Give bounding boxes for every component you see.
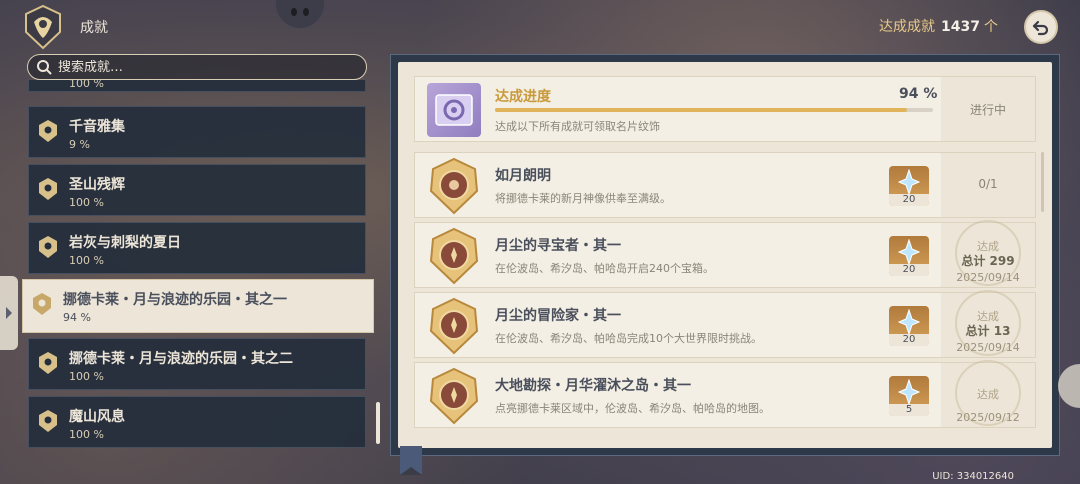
side-collapse-tab[interactable] — [0, 276, 18, 350]
achievement-count: 0/1 — [978, 177, 998, 191]
progress-subtitle: 达成以下所有成就可领取名片纹饰 — [495, 120, 660, 133]
medal-icon — [39, 410, 57, 432]
reward-item[interactable]: 20 — [889, 166, 929, 206]
back-button[interactable] — [1024, 10, 1058, 44]
medal-icon — [39, 352, 57, 374]
progress-bar-fill — [495, 108, 907, 112]
category-name: 魔山风息 — [69, 409, 125, 425]
namecard-reward-icon[interactable] — [427, 83, 481, 137]
progress-percent: 94 % — [899, 86, 938, 102]
bookmark-ribbon — [400, 446, 422, 475]
achievement-desc: 在伦波岛、希汐岛、帕哈岛开启240个宝箱。 — [495, 262, 714, 275]
reward-quantity: 20 — [889, 264, 929, 276]
category-scrollbar[interactable] — [376, 402, 380, 444]
category-item[interactable]: 岩灰与刺梨的夏日 100 % — [28, 222, 366, 274]
category-name: 挪德卡莱・月与浪迹的乐园・其之二 — [69, 351, 293, 367]
search-input[interactable] — [58, 59, 348, 75]
achievement-row[interactable]: 月尘的冒险家・其一 在伦波岛、希汐岛、帕哈岛完成10个大世界限时挑战。 20 达… — [414, 290, 1036, 358]
stamp-label: 达成 — [977, 388, 999, 401]
achievement-desc: 将挪德卡莱的新月神像供奉至满级。 — [495, 192, 671, 205]
completed-stamp: 达成 总计 299 2025/09/14 — [947, 220, 1029, 286]
category-item[interactable]: 圣山残辉 100 % — [28, 164, 366, 216]
category-percent: 94 % — [63, 311, 91, 324]
achievement-status: 达成 2025/09/12 — [941, 360, 1035, 427]
category-percent: 100 % — [69, 80, 104, 90]
reward-item[interactable]: 5 — [889, 376, 929, 416]
category-item[interactable]: 千音雅集 9 % — [28, 106, 366, 158]
reward-quantity: 20 — [889, 334, 929, 346]
category-item[interactable]: 魔山风息 100 % — [28, 396, 366, 448]
total-label: 达成成就 — [879, 19, 936, 35]
medal-icon — [39, 120, 57, 142]
progress-status: 进行中 — [941, 77, 1035, 141]
reward-quantity: 20 — [889, 194, 929, 206]
primogem-icon — [898, 169, 920, 195]
category-name: 千音雅集 — [69, 119, 125, 135]
category-name: 圣山残辉 — [69, 177, 125, 193]
total-count: 1437 — [941, 19, 980, 35]
achievement-list[interactable]: 如月朗明 将挪德卡莱的新月神像供奉至满级。 20 0/1 月尘的寻宝者・其一 在… — [414, 150, 1036, 432]
achievement-status: 达成 总计 299 2025/09/14 — [941, 220, 1035, 287]
reward-item[interactable]: 20 — [889, 236, 929, 276]
uid-label: UID: 334012640 — [932, 471, 1014, 482]
category-name: 挪德卡莱・月与浪迹的乐园・其之一 — [63, 292, 287, 308]
namecard-icon — [435, 94, 473, 126]
achievement-row[interactable]: 月尘的寻宝者・其一 在伦波岛、希汐岛、帕哈岛开启240个宝箱。 20 达成 总计… — [414, 220, 1036, 288]
category-percent: 100 % — [69, 254, 104, 267]
primogem-icon — [898, 239, 920, 265]
back-arrow-icon — [1032, 20, 1049, 36]
achievement-scrollbar[interactable] — [1041, 152, 1044, 212]
category-name: 岩灰与刺梨的夏日 — [69, 235, 181, 251]
category-item[interactable]: 挪德卡莱・月与浪迹的乐园・其之二 100 % — [28, 338, 366, 390]
search-bar[interactable] — [27, 54, 367, 80]
page-title: 成就 — [80, 20, 108, 36]
medal-icon — [429, 157, 479, 215]
primogem-icon — [898, 379, 920, 405]
achievement-desc: 在伦波岛、希汐岛、帕哈岛完成10个大世界限时挑战。 — [495, 332, 762, 345]
progress-card: 达成进度 94 % 达成以下所有成就可领取名片纹饰 进行中 — [414, 76, 1036, 142]
total-achievements: 达成成就 1437 个 — [879, 16, 998, 36]
category-percent: 100 % — [69, 428, 104, 441]
medal-icon — [39, 178, 57, 200]
achievement-emblem-icon — [25, 4, 61, 50]
medal-icon — [33, 293, 51, 315]
achievement-row[interactable]: 大地勘探・月华濯沐之岛・其一 点亮挪德卡莱区域中，伦波岛、希汐岛、帕哈岛的地图。… — [414, 360, 1036, 428]
reward-item[interactable]: 20 — [889, 306, 929, 346]
medal-icon — [429, 297, 479, 355]
category-list[interactable]: 100 % 千音雅集 9 % 圣山残辉 100 % 岩灰与刺梨的夏日 100 %… — [0, 80, 380, 454]
search-icon — [37, 60, 52, 75]
primogem-icon — [898, 309, 920, 335]
achievement-title: 大地勘探・月华濯沐之岛・其一 — [495, 378, 691, 394]
completed-stamp: 达成 2025/09/12 — [947, 360, 1029, 426]
stamp-date: 2025/09/12 — [956, 411, 1020, 424]
medal-icon — [429, 367, 479, 425]
total-unit: 个 — [984, 19, 998, 35]
achievement-status: 达成 总计 13 2025/09/14 — [941, 290, 1035, 357]
completed-stamp: 达成 总计 13 2025/09/14 — [947, 290, 1029, 356]
achievement-desc: 点亮挪德卡莱区域中，伦波岛、希汐岛、帕哈岛的地图。 — [495, 402, 770, 415]
category-item-selected[interactable]: 挪德卡莱・月与浪迹的乐园・其之一 94 % — [22, 279, 374, 333]
stamp-date: 2025/09/14 — [956, 341, 1020, 354]
medal-icon — [429, 227, 479, 285]
achievement-title: 如月朗明 — [495, 168, 551, 184]
stamp-total: 总计 299 — [961, 254, 1015, 268]
achievement-status: 0/1 — [941, 153, 1035, 217]
progress-bar — [495, 108, 933, 112]
progress-title: 达成进度 — [495, 89, 551, 105]
category-percent: 100 % — [69, 196, 104, 209]
achievement-row[interactable]: 如月朗明 将挪德卡莱的新月神像供奉至满级。 20 0/1 — [414, 152, 1036, 218]
stamp-date: 2025/09/14 — [956, 271, 1020, 284]
category-percent: 9 % — [69, 138, 90, 151]
reward-quantity: 5 — [889, 404, 929, 416]
category-percent: 100 % — [69, 370, 104, 383]
stamp-total: 总计 13 — [965, 324, 1011, 338]
medal-icon — [39, 236, 57, 258]
achievement-title: 月尘的寻宝者・其一 — [495, 238, 621, 254]
category-item[interactable]: 100 % — [28, 80, 366, 92]
achievement-title: 月尘的冒险家・其一 — [495, 308, 621, 324]
